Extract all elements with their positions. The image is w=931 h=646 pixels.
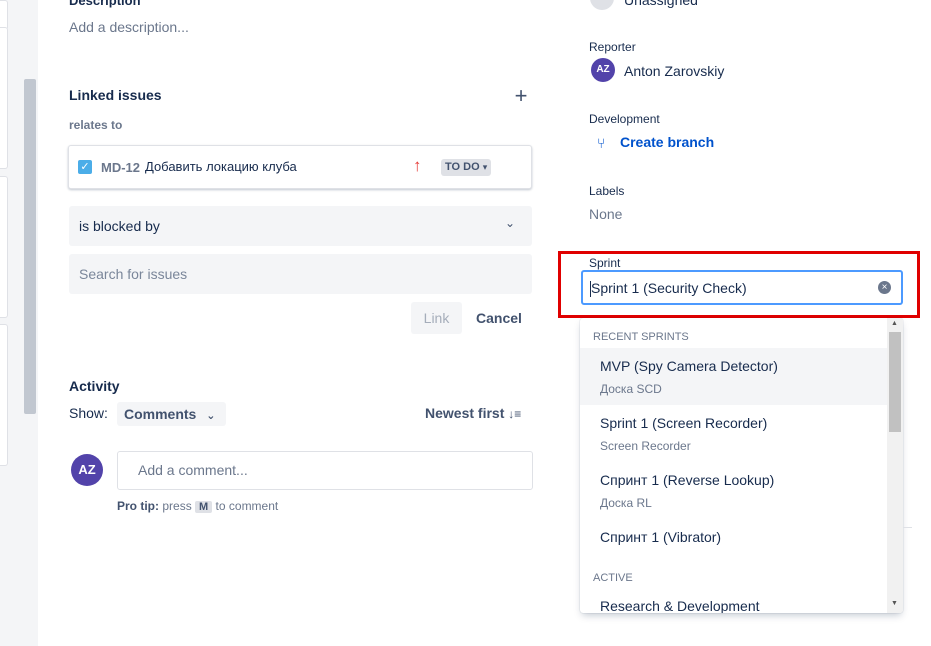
assignee-avatar [590, 0, 614, 10]
avatar: AZ [71, 454, 103, 486]
status-label: TO DO [445, 161, 480, 173]
sprint-option-title: MVP (Spy Camera Detector) [600, 358, 778, 374]
pro-tip-suffix: to comment [215, 499, 279, 513]
plus-icon: + [514, 83, 528, 108]
sprint-input-value: Sprint 1 (Security Check) [591, 280, 747, 296]
create-branch-link[interactable]: Create branch [620, 134, 714, 150]
labels-label: Labels [589, 184, 625, 198]
sort-icon: ↓≡ [508, 407, 522, 421]
sprint-option-title: Спринт 1 (Vibrator) [600, 529, 722, 545]
activity-title: Activity [69, 378, 120, 394]
linked-issues-title: Linked issues [69, 87, 162, 103]
sprint-option-title: Sprint 1 (Screen Recorder) [600, 415, 768, 431]
shortcut-key: M [195, 501, 213, 513]
status-dropdown[interactable]: TO DO ▾ [441, 159, 492, 176]
pro-tip-prefix: Pro tip: [117, 499, 159, 513]
text-caret [590, 281, 591, 297]
reporter-name[interactable]: Anton Zarovskiy [624, 63, 724, 79]
clear-icon[interactable]: × [878, 281, 891, 294]
link-type-value: is blocked by [79, 218, 160, 234]
sprint-label: Sprint [589, 256, 621, 270]
activity-filter-select[interactable]: Comments ⌄ [117, 402, 226, 426]
issue-key[interactable]: MD-12 [101, 160, 140, 175]
sprint-option[interactable]: Спринт 1 (Reverse Lookup) Доска RL [580, 462, 887, 519]
pro-tip: Pro tip: press M to comment [117, 499, 278, 513]
chevron-down-icon: ⌄ [206, 410, 216, 422]
sprint-option-board: Доска RL [600, 496, 652, 510]
sprint-option[interactable]: Research & Development [580, 588, 887, 613]
main-scrollbar[interactable] [24, 79, 36, 414]
relation-label: relates to [69, 118, 123, 132]
sprint-option-title: Research & Development [600, 598, 760, 613]
sprint-option[interactable]: Sprint 1 (Screen Recorder) Screen Record… [580, 405, 887, 462]
sprint-option-board: Доска SCD [600, 382, 662, 396]
activity-filter-value: Comments [124, 406, 197, 422]
sort-order-label: Newest first [425, 405, 505, 421]
dropdown-scroll-thumb[interactable] [889, 332, 901, 432]
comment-placeholder: Add a comment... [138, 462, 248, 478]
show-label: Show: [69, 405, 108, 421]
left-card [0, 0, 8, 30]
description-title: Description [69, 0, 141, 8]
dropdown-scrollbar[interactable]: ▲ ▼ [887, 318, 903, 613]
sprint-dropdown: RECENT SPRINTS MVP (Spy Camera Detector)… [580, 318, 903, 613]
reporter-label: Reporter [589, 40, 636, 54]
cancel-button[interactable]: Cancel [470, 302, 528, 334]
branch-icon: ⑂ [597, 135, 606, 151]
pro-tip-press: press [162, 499, 192, 513]
assignee-value[interactable]: Unassigned [624, 0, 698, 8]
issue-search-placeholder: Search for issues [79, 266, 188, 282]
left-card [0, 324, 8, 466]
dropdown-group-recent: RECENT SPRINTS [593, 331, 689, 343]
sprint-option-board: Screen Recorder [600, 439, 691, 453]
description-placeholder[interactable]: Add a description... [69, 19, 189, 35]
sprint-option[interactable]: Спринт 1 (Vibrator) [580, 519, 887, 559]
chevron-down-icon: ▾ [482, 162, 488, 172]
link-button[interactable]: Link [411, 302, 462, 334]
dropdown-group-active: ACTIVE [593, 572, 633, 584]
left-card [0, 27, 8, 169]
sprint-option[interactable]: MVP (Spy Camera Detector) Доска SCD [580, 348, 887, 405]
left-card [0, 176, 8, 318]
task-checkbox-icon: ✓ [78, 160, 92, 174]
scroll-up-icon[interactable]: ▲ [891, 320, 898, 327]
add-linked-issue-button[interactable]: + [510, 83, 532, 108]
avatar: AZ [591, 58, 615, 82]
sort-order-button[interactable]: Newest first ↓≡ [425, 405, 521, 421]
issue-summary[interactable]: Добавить локацию клуба [145, 159, 297, 174]
chevron-down-icon: ⌄ [505, 216, 516, 230]
development-label: Development [589, 112, 660, 126]
arrow-up-icon: ↑ [413, 156, 422, 175]
labels-value[interactable]: None [589, 206, 622, 222]
sprint-option-title: Спринт 1 (Reverse Lookup) [600, 472, 775, 488]
scroll-down-icon[interactable]: ▼ [891, 600, 898, 607]
divider [903, 527, 912, 528]
